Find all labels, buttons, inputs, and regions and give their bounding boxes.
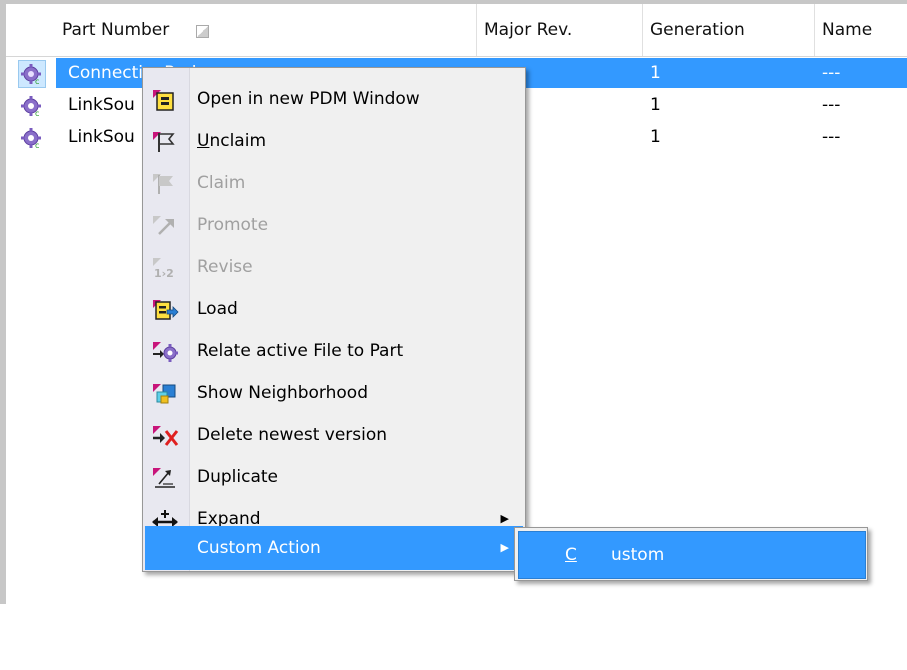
- cell-part-number: LinkSou: [68, 95, 135, 115]
- neighborhood-icon: [153, 384, 176, 404]
- menu-item-custom-action[interactable]: Custom Action ▶: [145, 526, 523, 570]
- menu-item-load[interactable]: Load: [145, 288, 523, 330]
- menu-item-promote[interactable]: Promote: [145, 204, 523, 246]
- open-window-icon: [153, 90, 174, 111]
- promote-arrow-icon: [153, 216, 174, 235]
- delete-version-icon: [153, 426, 179, 446]
- column-header-name[interactable]: Name: [814, 4, 907, 56]
- svg-text:1›2: 1›2: [154, 267, 174, 280]
- submenu-arrow-icon: ▶: [500, 541, 509, 554]
- svg-text:c: c: [35, 77, 39, 85]
- svg-text:c: c: [35, 109, 39, 117]
- menu-item-show-neighborhood[interactable]: Show Neighborhood: [145, 372, 523, 414]
- custom-action-submenu: Custom Server Method: [514, 527, 868, 657]
- svg-text:c: c: [35, 141, 39, 149]
- duplicate-icon: [153, 468, 175, 488]
- column-header-label: Name: [822, 20, 873, 40]
- unclaim-flag-icon: [153, 132, 175, 152]
- cell-part-number: LinkSou: [68, 127, 135, 147]
- column-header-major-rev[interactable]: Major Rev.: [476, 4, 643, 56]
- column-header-label: Part Number: [62, 20, 170, 40]
- cell-generation: 1: [650, 95, 661, 115]
- column-header-label: Generation: [650, 20, 745, 40]
- relate-file-icon: [153, 342, 178, 362]
- table-header: Part Number Major Rev. Generation Name: [6, 4, 907, 57]
- part-gear-icon: c: [21, 64, 41, 85]
- context-menu: Open in new PDM Window Unclaim Claim Pro…: [142, 67, 526, 572]
- menu-item-relate-active-file-to-part[interactable]: Relate active File to Part: [145, 330, 523, 372]
- sort-indicator-icon: [196, 25, 209, 38]
- accelerator-key: C: [565, 545, 577, 565]
- cell-name: ---: [822, 95, 841, 115]
- menu-item-revise[interactable]: 1›2 Revise: [145, 246, 523, 288]
- load-icon: [153, 300, 179, 320]
- menu-item-delete-newest-version[interactable]: Delete newest version: [145, 414, 523, 456]
- column-header-part-number[interactable]: Part Number: [54, 4, 477, 56]
- menu-item-custom-server-method[interactable]: Custom Server Method: [518, 531, 866, 657]
- menu-item-unclaim[interactable]: Unclaim: [145, 120, 523, 162]
- menu-item-open-in-new-pdm-window[interactable]: Open in new PDM Window: [145, 78, 523, 120]
- claim-flag-icon: [153, 174, 173, 194]
- accelerator-key: U: [197, 131, 210, 151]
- revise-icon: 1›2: [153, 258, 174, 280]
- menu-item-duplicate[interactable]: Duplicate: [145, 456, 523, 498]
- cell-generation: 1: [650, 127, 661, 147]
- part-gear-icon: c: [21, 128, 41, 149]
- menu-label-rest: ustom Server Method: [611, 545, 675, 657]
- column-header-generation[interactable]: Generation: [642, 4, 815, 56]
- column-header-label: Major Rev.: [484, 20, 573, 40]
- cell-name: ---: [822, 127, 841, 147]
- part-gear-icon: c: [21, 96, 41, 117]
- cell-generation: 1: [650, 63, 661, 83]
- menu-item-claim[interactable]: Claim: [145, 162, 523, 204]
- menu-label-rest: nclaim: [209, 131, 266, 151]
- cell-name: ---: [822, 63, 841, 83]
